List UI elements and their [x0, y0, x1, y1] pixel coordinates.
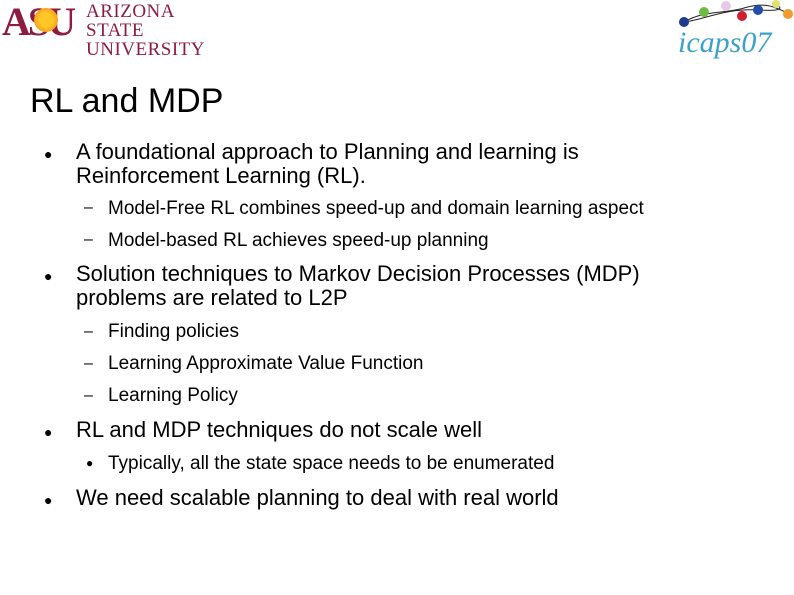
bullet-line: We need scalable planning to deal with r…	[76, 485, 559, 510]
slide-title: RL and MDP	[30, 82, 224, 120]
dash-marker: –	[84, 355, 93, 372]
sub-item: Finding policies	[108, 321, 239, 342]
asu-logo-line1: ARIZONA STATE	[86, 1, 174, 41]
bullet-item: RL and MDP techniques do not scale well	[76, 418, 482, 442]
bullet-line: Reinforcement Learning (RL).	[76, 163, 366, 188]
bullet-line: RL and MDP techniques do not scale well	[76, 417, 483, 442]
bullet-line: A foundational approach to Planning and …	[76, 139, 579, 164]
sun-icon	[34, 8, 58, 32]
dash-marker: –	[84, 231, 93, 248]
icaps-wordmark: icaps07	[678, 26, 773, 59]
bullet-item: Solution techniques to Markov Decision P…	[76, 262, 640, 310]
bullet-marker: ●	[44, 268, 53, 284]
asu-logo: ASU ARIZONA STATE UNIVERSITY	[0, 0, 215, 60]
bullet-line: Solution techniques to Markov Decision P…	[76, 261, 640, 286]
node-icon	[753, 5, 763, 15]
sub-item: Learning Approximate Value Function	[108, 353, 424, 374]
bullet-line: problems are related to L2P	[76, 285, 348, 310]
dash-marker: –	[84, 199, 93, 216]
sub-item: Learning Policy	[108, 385, 238, 406]
asu-logo-line2: UNIVERSITY	[86, 39, 205, 60]
bullet-marker: ●	[44, 146, 53, 162]
bullet-item: A foundational approach to Planning and …	[76, 140, 579, 188]
icaps-logo: icaps07 icaps07	[678, 0, 793, 59]
node-icon	[772, 0, 780, 8]
node-icon	[737, 11, 747, 21]
node-icon	[783, 9, 793, 19]
bullet-item: We need scalable planning to deal with r…	[76, 486, 559, 510]
asu-logo-name: ARIZONA STATE UNIVERSITY	[86, 2, 215, 59]
sub-item: Model-based RL achieves speed-up plannin…	[108, 230, 489, 251]
bullet-marker: ●	[44, 424, 53, 440]
node-icon	[699, 7, 709, 17]
sub-item: Model-Free RL combines speed-up and doma…	[108, 198, 644, 219]
sub-bullet-marker: ●	[86, 456, 94, 470]
bullet-marker: ●	[44, 492, 53, 508]
dash-marker: –	[84, 387, 93, 404]
sub-item: Typically, all the state space needs to …	[108, 453, 555, 474]
dash-marker: –	[84, 323, 93, 340]
node-icon	[721, 1, 731, 11]
